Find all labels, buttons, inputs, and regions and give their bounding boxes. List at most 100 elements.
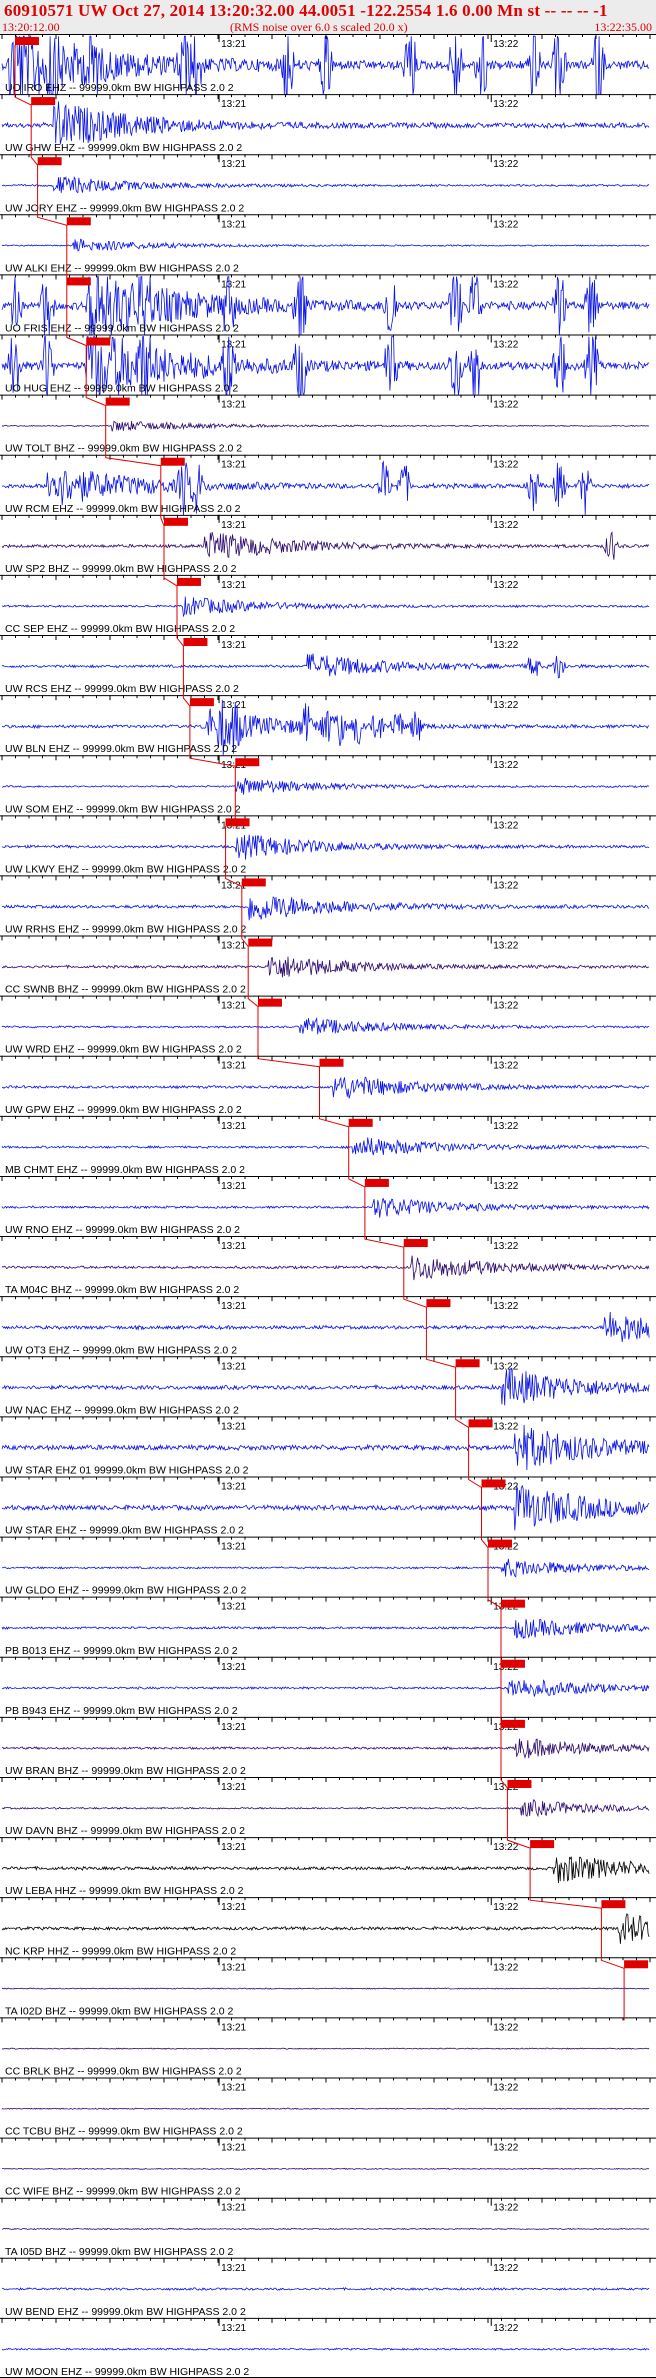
trace-15: 13:21 13:22 CC SWNB BHZ -- 99999.0km BW HI… <box>0 935 656 996</box>
pick-marker <box>105 397 130 406</box>
trace-35: 13:21 13:22 CC WIFE BHZ -- 99999.0km BW HI… <box>0 2137 656 2198</box>
pick-marker <box>601 1900 626 1909</box>
trace-4: 13:21 13:22 UO FRIS EHZ -- 99999.0km BW HI… <box>0 274 656 336</box>
minute-label: 13:22 <box>493 2143 518 2154</box>
trace-5: 13:21 13:22 UO HUG EHZ -- 99999.0km BW HIG… <box>0 334 656 397</box>
minute-label: 13:22 <box>493 580 518 591</box>
trace-17: 13:21 13:22 UW GPW EHZ -- 99999.0km BW HIG… <box>0 1055 656 1116</box>
station-label: UW LEBA HHZ -- 99999.0km BW HIGHPASS 2.0… <box>5 1885 244 1897</box>
station-label: CC SWNB BHZ -- 99999.0km BW HIGHPASS 2.0… <box>5 984 246 996</box>
pick-marker <box>319 1058 344 1067</box>
pick-marker <box>241 878 266 887</box>
waveform <box>1 1799 650 1818</box>
pick-marker <box>14 37 39 45</box>
minute-label: 13:22 <box>493 941 518 952</box>
minute-label: 13:22 <box>493 1181 518 1192</box>
pick-marker <box>86 337 111 346</box>
minute-label: 13:21 <box>221 39 246 50</box>
pick-marker <box>364 1178 389 1187</box>
station-label: UW WRD EHZ -- 99999.0km BW HIGHPASS 2.0 … <box>5 1044 242 1056</box>
pick-marker <box>225 818 250 827</box>
station-label: UW RCS EHZ -- 99999.0km BW HIGHPASS 2.0 … <box>5 683 239 695</box>
waveform <box>1 2286 650 2292</box>
minute-label: 13:21 <box>221 1421 246 1432</box>
station-label: UW RRHS EHZ -- 99999.0km BW HIGHPASS 2.0… <box>5 924 247 936</box>
minute-label: 13:21 <box>221 580 246 591</box>
station-label: TA M04C BHZ -- 99999.0km BW HIGHPASS 2.0… <box>5 1284 239 1296</box>
waveform <box>1 834 650 860</box>
pick-marker <box>500 1599 525 1608</box>
station-label: CC BRLK BHZ -- 99999.0km BW HIGHPASS 2.0… <box>5 2065 242 2077</box>
pick-marker <box>624 1960 649 1969</box>
pick-marker <box>160 457 185 466</box>
minute-label: 13:22 <box>493 2203 518 2214</box>
station-label: UO HUG EHZ -- 99999.0km BW HIGHPASS 2.0 … <box>5 383 238 395</box>
pick-marker <box>500 1719 525 1728</box>
minute-label: 13:21 <box>221 1301 246 1312</box>
trace-13: 13:2113:22UW LKWY EHZ -- 99999.0km BW HI… <box>0 815 656 875</box>
minute-label: 13:21 <box>221 2263 246 2274</box>
minute-label: 13:22 <box>493 880 518 891</box>
waveform <box>1 1856 650 1884</box>
minute-label: 13:21 <box>221 1722 246 1733</box>
minute-label: 13:21 <box>221 640 246 651</box>
station-label: UW NAC EHZ -- 99999.0km BW HIGHPASS 2.0 … <box>5 1404 239 1416</box>
trace-7: 13:21 13:22 UW RCM EHZ -- 99999.0km BW HIG… <box>0 454 656 516</box>
minute-label: 13:21 <box>221 1361 246 1372</box>
minute-label: 13:22 <box>493 1121 518 1132</box>
minute-label: 13:21 <box>221 2143 246 2154</box>
station-label: UW GPW EHZ -- 99999.0km BW HIGHPASS 2.0 … <box>5 1104 242 1116</box>
pick-marker <box>183 638 208 647</box>
waveform <box>1 1913 650 1944</box>
waveform <box>2 1076 650 1099</box>
trace-21: 13:21 13:22 UW OT3 EHZ -- 99999.0km BW HIG… <box>0 1296 656 1356</box>
trace-34: 13:21 13:22 CC TCBU BHZ -- 99999.0km BW HI… <box>0 2077 656 2138</box>
station-label: TA I05D BHZ -- 99999.0km BW HIGHPASS 2.0… <box>5 2246 234 2258</box>
minute-label: 13:22 <box>493 1902 518 1913</box>
waveform <box>1 1311 650 1343</box>
minute-label: 13:22 <box>493 640 518 651</box>
minute-label: 13:21 <box>221 279 246 290</box>
minute-label: 13:21 <box>221 159 246 170</box>
pick-marker <box>488 1539 512 1548</box>
trace-6: 13:21 13:22 UW TOLT BHZ -- 99999.0km BW HI… <box>0 394 656 455</box>
pick-marker <box>37 157 62 166</box>
station-label: UW BRAN BHZ -- 99999.0km BW HIGHPASS 2.0… <box>5 1765 246 1777</box>
waveform <box>1 1679 650 1697</box>
minute-label: 13:22 <box>493 400 518 411</box>
waveform <box>2 2167 650 2170</box>
trace-27: 13:2113:22PB B943 EHZ -- 99999.0km BW HI… <box>0 1656 656 1717</box>
trace-23: 13:21 13:22 UW STAR EHZ 01 99999.0km BW HI… <box>0 1416 656 1476</box>
station-label: CC WIFE BHZ -- 99999.0km BW HIGHPASS 2.0… <box>5 2186 241 2198</box>
waveform <box>1 596 650 618</box>
waveform <box>1 653 650 679</box>
minute-label: 13:21 <box>221 2203 246 2214</box>
trace-18: 13:21 13:22 MB CHMT EHZ -- 99999.0km BW HI… <box>0 1115 656 1176</box>
station-label: UW RCM EHZ -- 99999.0km BW HIGHPASS 2.0 … <box>5 503 241 515</box>
trace-38: 13:21 13:22 UW MOON EHZ -- 99999.0km BW HI… <box>0 2317 656 2378</box>
minute-label: 13:22 <box>493 39 518 50</box>
station-label: MB CHMT EHZ -- 99999.0km BW HIGHPASS 2.0… <box>5 1164 245 1176</box>
pick-marker <box>455 1359 480 1368</box>
minute-label: 13:22 <box>493 1301 518 1312</box>
minute-label: 13:21 <box>221 1121 246 1132</box>
waveform <box>1 2107 650 2110</box>
pick-marker <box>500 1659 525 1668</box>
waveform <box>2 2227 650 2231</box>
minute-label: 13:22 <box>493 2263 518 2274</box>
minute-label: 13:21 <box>221 1181 246 1192</box>
station-label: TA I02D BHZ -- 99999.0km BW HIGHPASS 2.0… <box>5 2005 234 2017</box>
trace-14: 13:21 13:22UW RRHS EHZ -- 99999.0km BW HI… <box>0 875 656 936</box>
pick-marker <box>507 1779 532 1788</box>
minute-label: 13:21 <box>221 700 246 711</box>
station-label: CC TCBU BHZ -- 99999.0km BW HIGHPASS 2.0… <box>5 2126 243 2138</box>
pick-marker <box>468 1419 493 1428</box>
minute-label: 13:22 <box>493 219 518 230</box>
trace-33: 13:21 13:22 CC BRLK BHZ -- 99999.0km BW HI… <box>0 2017 656 2077</box>
waveform <box>1 1255 650 1281</box>
station-label: UW DAVN BHZ -- 99999.0km BW HIGHPASS 2.0… <box>5 1825 245 1837</box>
pick-marker <box>426 1299 451 1308</box>
station-label: PB B013 EHZ -- 99999.0km BW HIGHPASS 2.0… <box>5 1645 238 1657</box>
station-label: UW BLN EHZ -- 99999.0km BW HIGHPASS 2.0 … <box>5 743 237 755</box>
station-label: UO IRO EHZ -- 99999.0km BW HIGHPASS 2.0 … <box>5 82 234 94</box>
